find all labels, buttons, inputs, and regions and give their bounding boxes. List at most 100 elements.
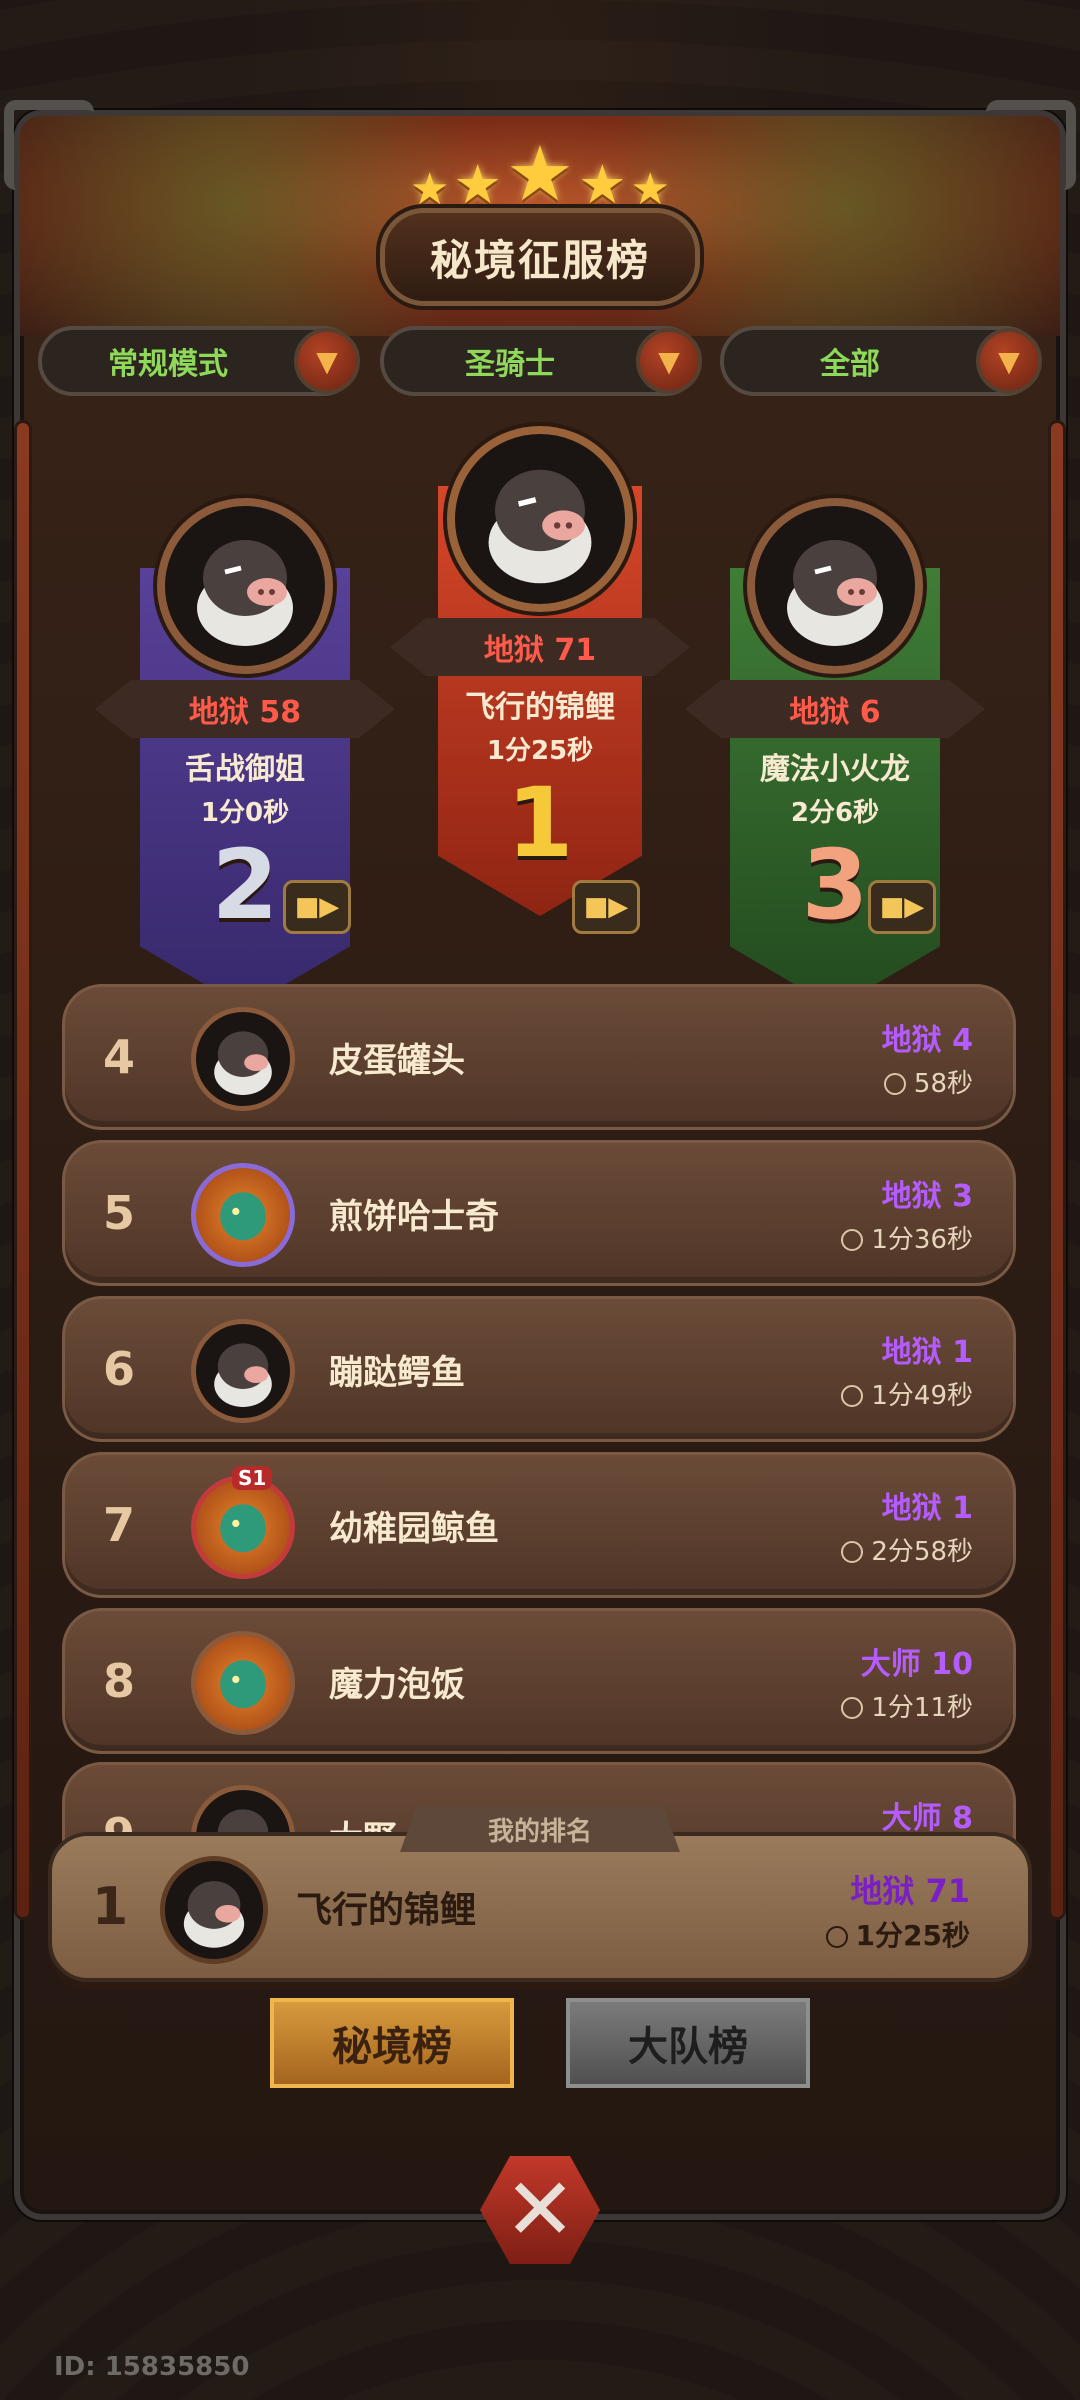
pig-avatar-icon xyxy=(787,540,883,646)
clear-time: 2分58秒 xyxy=(841,1531,973,1568)
my-clear-time: 1分25秒 xyxy=(825,1914,970,1954)
video-camera-icon: ■▶ xyxy=(583,892,629,922)
list-item[interactable]: 7 S1 幼稚园鲸鱼 地狱 1 2分58秒 xyxy=(62,1452,1016,1598)
podium-player-name: 魔法小火龙 xyxy=(760,752,910,787)
side-rail-left xyxy=(14,420,32,1920)
list-item[interactable]: 4 皮蛋罐头 地狱 4 58秒 xyxy=(62,984,1016,1130)
podium-first[interactable]: 地狱 71 飞行的锦鲤 1分25秒 1 xyxy=(390,426,690,916)
podium-mode-level: 地狱 71 xyxy=(390,618,690,676)
avatar xyxy=(191,1631,295,1735)
avatar xyxy=(191,1007,295,1111)
chevron-down-icon[interactable]: ▼ xyxy=(294,328,360,394)
difficulty-score: 大师 10 xyxy=(860,1647,973,1682)
avatar xyxy=(447,426,633,612)
pig-avatar-icon xyxy=(183,1881,245,1948)
podium-clear-time: 1分25秒 xyxy=(486,736,594,766)
podium-rank-number: 2 xyxy=(211,829,279,941)
clear-time-value: 1分36秒 xyxy=(871,1225,973,1255)
chevron-down-icon[interactable]: ▼ xyxy=(636,328,702,394)
podium-rank-number: 3 xyxy=(801,829,869,941)
tab-secret-realm[interactable]: 秘境榜 xyxy=(270,1998,514,2088)
podium-third[interactable]: 地狱 6 魔法小火龙 2分6秒 3 xyxy=(685,498,985,1008)
page-title: 秘境征服榜 xyxy=(380,208,700,306)
chevron-down-icon[interactable]: ▼ xyxy=(976,328,1042,394)
podium-player-name: 舌战御姐 xyxy=(185,752,305,787)
avatar: S1 xyxy=(191,1466,295,1579)
clear-time-value: 1分11秒 xyxy=(871,1693,973,1723)
replay-video-button[interactable]: ■▶ xyxy=(868,880,936,934)
clear-time-value: 2分58秒 xyxy=(871,1537,973,1567)
video-camera-icon: ■▶ xyxy=(879,892,925,922)
dragon-avatar-icon xyxy=(220,1192,266,1241)
side-rail-right xyxy=(1048,420,1066,1920)
clear-time: 58秒 xyxy=(883,1063,973,1100)
my-rank-row[interactable]: 1 飞行的锦鲤 地狱 71 1分25秒 xyxy=(48,1832,1032,1982)
scope-filter-label: 全部 xyxy=(820,347,880,382)
star-icon: ★ xyxy=(453,153,502,216)
avatar xyxy=(191,1163,295,1267)
clock-icon xyxy=(883,1073,906,1095)
class-filter-dropdown[interactable]: 圣骑士 ▼ xyxy=(380,326,702,396)
list-rank: 5 xyxy=(103,1186,136,1240)
pig-avatar-icon xyxy=(197,540,293,646)
close-button[interactable]: ✕ xyxy=(472,2142,608,2278)
list-item[interactable]: 5 煎饼哈士奇 地狱 3 1分36秒 xyxy=(62,1140,1016,1286)
list-rank: 8 xyxy=(103,1654,136,1708)
player-name: 魔力泡饭 xyxy=(329,1664,465,1705)
podium-clear-time: 2分6秒 xyxy=(790,798,880,828)
my-player-name: 飞行的锦鲤 xyxy=(296,1890,477,1931)
podium-mode-level: 地狱 6 xyxy=(685,680,985,738)
list-item[interactable]: 8 魔力泡饭 大师 10 1分11秒 xyxy=(62,1608,1016,1754)
season-badge: S1 xyxy=(232,1466,273,1490)
podium-mode-level: 地狱 58 xyxy=(95,680,395,738)
scope-filter-dropdown[interactable]: 全部 ▼ xyxy=(720,326,1042,396)
clear-time: 1分11秒 xyxy=(841,1687,973,1724)
dragon-avatar-icon xyxy=(220,1504,266,1553)
difficulty-score: 大师 8 xyxy=(881,1801,973,1836)
my-clear-time-value: 1分25秒 xyxy=(855,1919,970,1952)
list-rank: 4 xyxy=(103,1030,136,1084)
pig-avatar-icon xyxy=(214,1343,272,1407)
replay-video-button[interactable]: ■▶ xyxy=(283,880,351,934)
star-icon: ★ xyxy=(505,129,575,218)
list-rank: 6 xyxy=(103,1342,136,1396)
list-item[interactable]: 6 蹦跶鳄鱼 地狱 1 1分49秒 xyxy=(62,1296,1016,1442)
podium-second[interactable]: 地狱 58 舌战御姐 1分0秒 2 xyxy=(95,498,395,1008)
class-filter-label: 圣骑士 xyxy=(465,347,555,382)
user-id: ID: 15835850 xyxy=(54,2352,250,2382)
podium-player-name: 飞行的锦鲤 xyxy=(465,690,615,725)
page-title-text: 秘境征服榜 xyxy=(429,235,650,285)
player-name: 煎饼哈士奇 xyxy=(329,1196,499,1237)
difficulty-score: 地狱 1 xyxy=(881,1335,973,1370)
avatar xyxy=(191,1319,295,1423)
clock-icon xyxy=(841,1229,864,1251)
mode-filter-dropdown[interactable]: 常规模式 ▼ xyxy=(38,326,360,396)
star-icon: ★ xyxy=(630,164,670,215)
clock-icon xyxy=(841,1697,864,1719)
player-name: 幼稚园鲸鱼 xyxy=(329,1508,499,1549)
clear-time-value: 1分49秒 xyxy=(871,1381,973,1411)
podium-rank-number: 1 xyxy=(506,767,574,879)
difficulty-score: 地狱 4 xyxy=(881,1023,973,1058)
avatar xyxy=(160,1856,268,1964)
star-icon: ★ xyxy=(410,164,450,215)
clock-icon xyxy=(841,1541,864,1563)
star-rating: ★ ★ ★ ★ ★ xyxy=(400,132,680,212)
list-rank: 7 xyxy=(103,1498,136,1552)
clock-icon xyxy=(841,1385,864,1407)
replay-video-button[interactable]: ■▶ xyxy=(572,880,640,934)
avatar xyxy=(747,498,923,674)
clear-time: 1分49秒 xyxy=(841,1375,973,1412)
mode-filter-label: 常规模式 xyxy=(108,347,228,382)
close-icon: ✕ xyxy=(480,2156,600,2264)
my-rank-tag: 我的排名 xyxy=(400,1806,680,1852)
tab-team[interactable]: 大队榜 xyxy=(566,1998,810,2088)
clear-time-value: 58秒 xyxy=(913,1069,973,1099)
my-difficulty-score: 地狱 71 xyxy=(850,1872,970,1910)
video-camera-icon: ■▶ xyxy=(294,892,340,922)
player-name: 皮蛋罐头 xyxy=(329,1040,465,1081)
pig-avatar-icon xyxy=(214,1031,272,1095)
clock-icon xyxy=(825,1926,848,1948)
my-rank-number: 1 xyxy=(92,1877,129,1937)
podium-clear-time: 1分0秒 xyxy=(200,798,290,828)
